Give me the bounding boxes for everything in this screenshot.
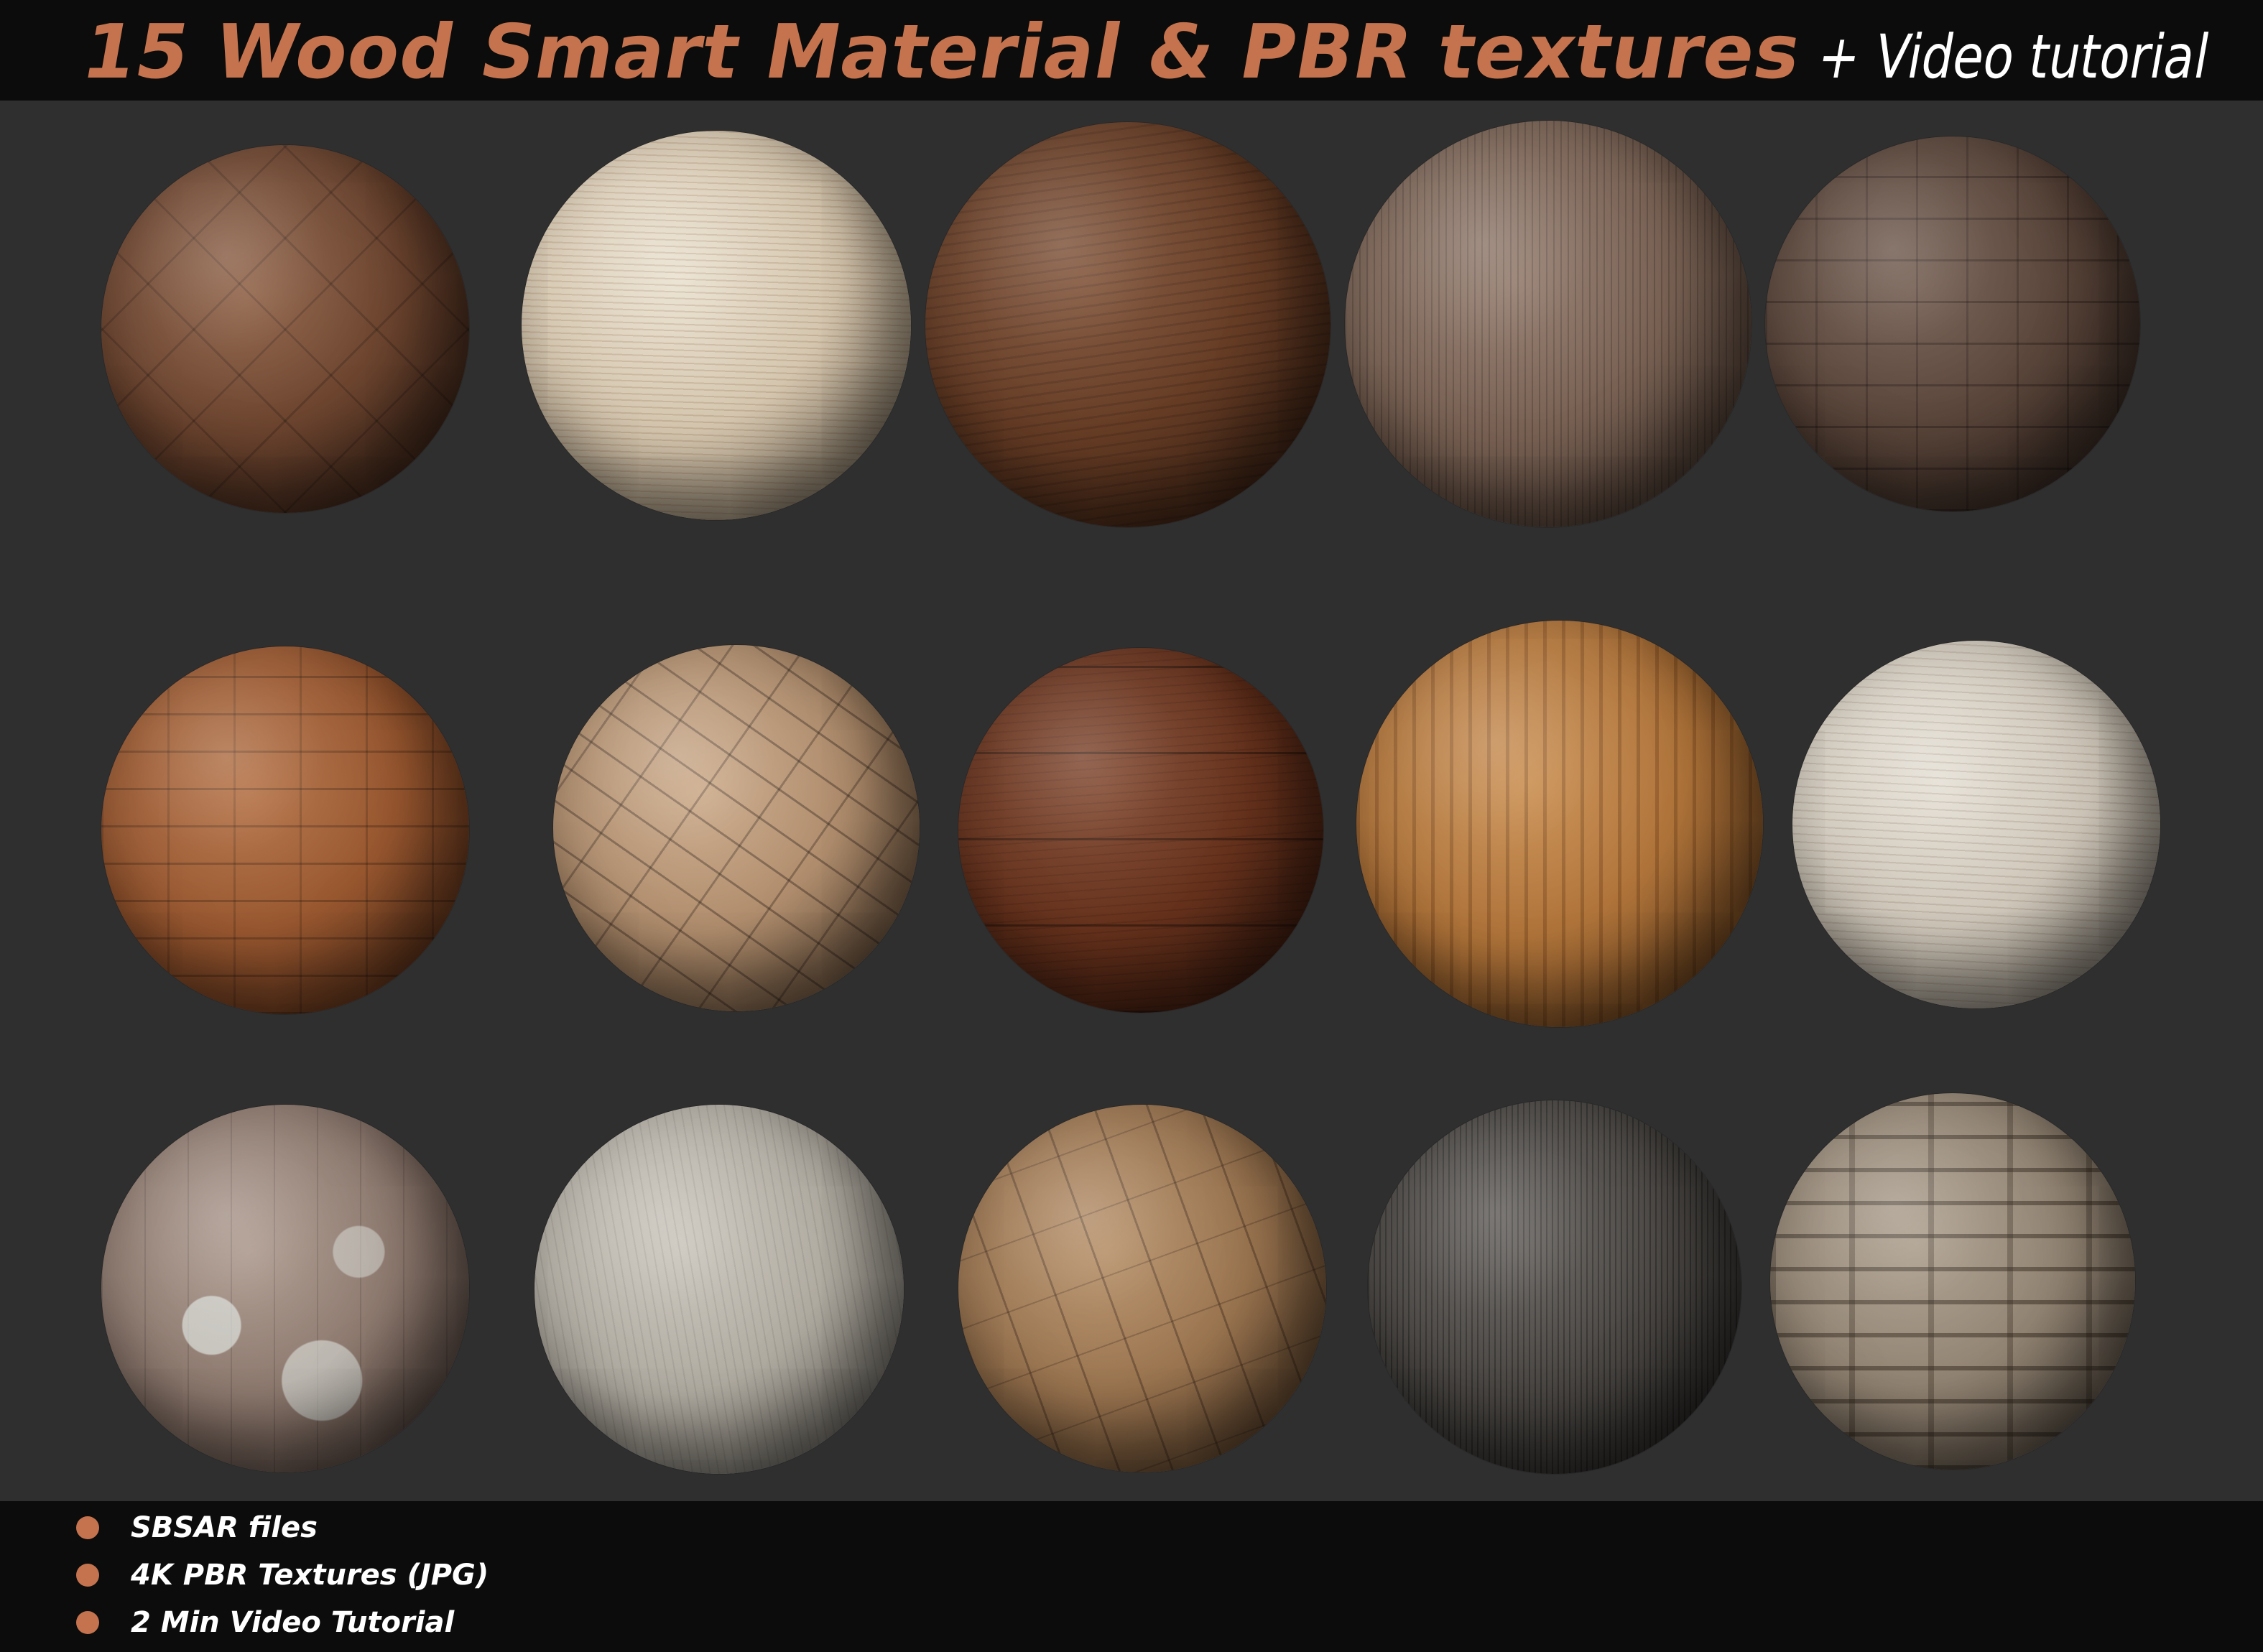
wood-sphere-basket-weave — [1765, 136, 2140, 511]
bullet-dot-icon — [76, 1611, 99, 1634]
wood-sphere-vertical-grain — [1345, 121, 1751, 527]
title-row: 15 Wood Smart Material & PBR textures + … — [75, 8, 2263, 96]
feature-item: 4K PBR Textures (JPG) — [76, 1554, 489, 1597]
feature-label: SBSAR files — [131, 1511, 318, 1544]
wood-sphere-parquet-diamond — [101, 145, 469, 513]
wood-sphere-golden-oak — [1356, 621, 1763, 1027]
feature-label: 4K PBR Textures (JPG) — [131, 1559, 489, 1592]
page-subtitle: + Video tutorial — [1812, 22, 2215, 92]
wood-sphere-light-pale — [522, 131, 911, 520]
wood-sphere-peeling-paint — [101, 1105, 469, 1472]
feature-label: 2 Min Video Tutorial — [131, 1606, 455, 1639]
title-bar: 15 Wood Smart Material & PBR textures + … — [0, 0, 2263, 101]
wood-sphere-herringbone — [553, 645, 920, 1011]
feature-item: 2 Min Video Tutorial — [76, 1601, 454, 1644]
wood-sphere-dark-brown — [925, 122, 1331, 527]
wood-sphere-charred-dark — [1368, 1100, 1741, 1474]
wood-sphere-whitewashed — [1792, 641, 2160, 1008]
material-spheres-grid — [0, 101, 2263, 1501]
wood-sphere-gray-smooth — [534, 1105, 904, 1474]
page-title: 15 Wood Smart Material & PBR textures — [75, 8, 1808, 96]
bullet-dot-icon — [76, 1564, 99, 1587]
wood-sphere-planks-nails — [101, 646, 469, 1014]
wood-sphere-dark-mahogany — [958, 648, 1323, 1013]
wood-sphere-woven-straps — [1770, 1093, 2135, 1470]
wood-sphere-cracked-bark — [958, 1105, 1326, 1472]
feature-item: SBSAR files — [76, 1506, 318, 1549]
bullet-dot-icon — [76, 1516, 99, 1539]
